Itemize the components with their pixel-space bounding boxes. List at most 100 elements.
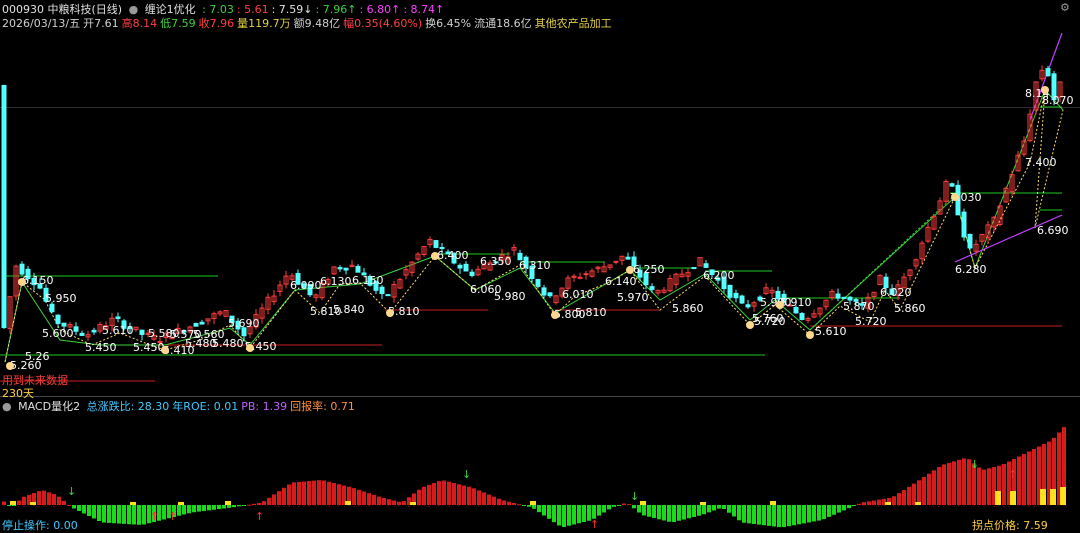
pivot-marker: [776, 301, 784, 309]
signal-arrow: ↑: [168, 510, 177, 523]
macd-bar: [247, 504, 251, 506]
macd-bar: [242, 505, 246, 506]
signal-arrow: ↓: [67, 485, 76, 498]
pivot-marker: [806, 331, 814, 339]
macd-bar: [837, 505, 841, 513]
volume-tick: [640, 501, 646, 505]
price-label: 5.950: [45, 292, 77, 305]
macd-bar: [807, 505, 811, 523]
candle-body: [547, 292, 553, 297]
price-label: 6.020: [880, 286, 912, 299]
macd-bar: [637, 505, 641, 513]
macd-bar: [647, 505, 651, 517]
volume-tick: [10, 501, 16, 505]
pivot-marker: [386, 309, 394, 317]
candle-body: [739, 295, 745, 304]
macd-bar: [212, 505, 216, 510]
candle-body: [193, 323, 199, 327]
macd-bar: [177, 505, 181, 516]
macd-bar: [117, 505, 121, 524]
macd-bar: [237, 505, 241, 507]
signal-arrow: ↓: [630, 490, 639, 503]
price-label: 5.610: [102, 324, 134, 337]
macd-bar: [677, 505, 681, 521]
pen-line: [4, 89, 1064, 363]
macd-bar: [272, 494, 276, 505]
macd-bar: [752, 505, 756, 524]
macd-bar: [747, 505, 751, 524]
candle-body: [139, 329, 145, 336]
price-label: 6.130: [320, 275, 352, 288]
macd-bar: [922, 477, 926, 505]
macd-bar: [772, 505, 776, 527]
candle-body: [745, 304, 751, 308]
candle-body: [577, 276, 583, 279]
macd-bar: [782, 505, 786, 528]
volume-tick: [225, 501, 231, 505]
price-label: 6.690: [1037, 224, 1069, 237]
volume-tick: [530, 501, 536, 505]
candle-body: [433, 240, 439, 248]
macd-bar: [557, 505, 561, 526]
candle-body: [703, 263, 709, 268]
macd-bar: [742, 505, 746, 523]
candle-body: [469, 271, 475, 277]
kline-chart[interactable]: 6.1505.9505.6005.265.2605.4505.6105.4505…: [0, 0, 1080, 533]
macd-bar: [57, 496, 61, 505]
macd-bar: [812, 505, 816, 522]
macd-bar: [97, 505, 101, 521]
price-label: 6.010: [562, 288, 594, 301]
macd-bar: [182, 505, 186, 515]
macd-bar: [707, 505, 711, 513]
macd-bar: [687, 505, 691, 519]
macd-bar: [932, 470, 936, 505]
macd-bar: [777, 505, 781, 528]
macd-bar: [827, 505, 831, 517]
macd-bar: [657, 505, 661, 520]
macd-bar: [352, 488, 356, 505]
macd-bar: [122, 505, 126, 524]
macd-bar: [1022, 454, 1026, 505]
candle-body: [115, 316, 121, 319]
candle-body: [73, 326, 79, 332]
macd-bar: [652, 505, 656, 518]
macd-bar: [562, 505, 566, 527]
price-label: 8.070: [1042, 94, 1074, 107]
price-label: 6.090: [290, 279, 322, 292]
pivot-marker: [18, 278, 26, 286]
candle-body: [535, 279, 541, 287]
price-label: 6.310: [519, 259, 551, 272]
macd-bar: [202, 505, 206, 511]
macd-bar: [67, 505, 71, 506]
macd-bar: [522, 505, 526, 506]
macd-bar: [577, 505, 581, 524]
price-label: 5.980: [494, 290, 526, 303]
price-label: 5.860: [894, 302, 926, 315]
signal-arrow: ↑: [255, 510, 264, 523]
macd-bar: [127, 505, 131, 525]
macd-bar: [137, 505, 141, 525]
macd-bar: [132, 505, 136, 525]
macd-bar: [627, 504, 631, 506]
candle-body: [625, 256, 631, 260]
candle-body: [841, 296, 847, 299]
macd-bar: [692, 505, 696, 517]
macd-bar: [617, 505, 621, 506]
macd-bar: [757, 505, 761, 525]
macd-bar: [532, 505, 536, 509]
macd-bar: [372, 494, 376, 505]
price-label: 5.860: [672, 302, 704, 315]
candle-body: [727, 284, 733, 298]
pivot-marker: [1041, 86, 1049, 94]
pivot-marker: [551, 311, 559, 319]
volume-tick: [700, 502, 706, 505]
price-label: 5.690: [228, 317, 260, 330]
pivot-marker: [246, 344, 254, 352]
candle-body: [649, 286, 655, 290]
macd-bar: [792, 505, 796, 526]
price-label: 6.140: [605, 275, 637, 288]
price-label: 6.200: [703, 269, 735, 282]
macd-bar: [682, 505, 686, 520]
macd-bar: [802, 505, 806, 524]
price-label: 5.810: [575, 306, 607, 319]
